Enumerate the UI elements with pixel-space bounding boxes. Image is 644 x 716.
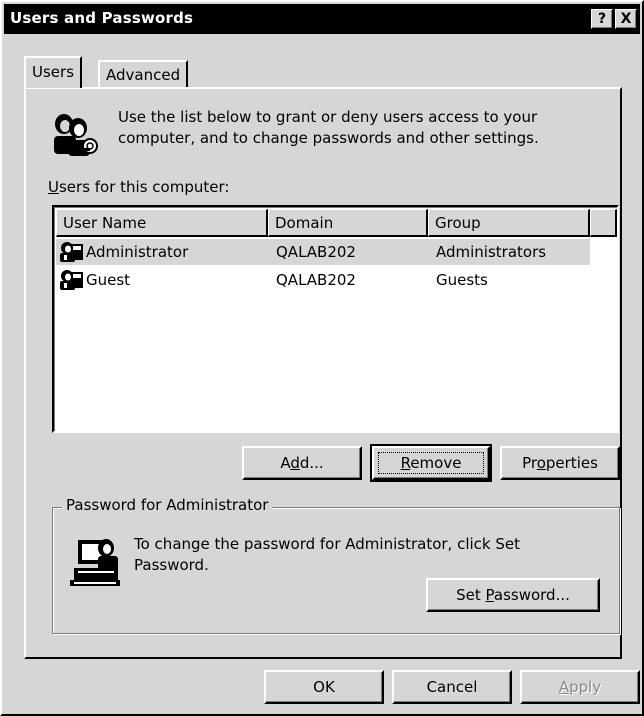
users-keys-icon bbox=[54, 114, 98, 156]
password-instructions: To change the password for Administrator… bbox=[134, 535, 520, 574]
tab-users-label: Users bbox=[32, 63, 75, 81]
properties-button[interactable]: Properties bbox=[500, 446, 620, 480]
password-group-legend: Password for Administrator bbox=[62, 496, 273, 514]
cell-user-name: Administrator bbox=[86, 243, 189, 261]
window-title: Users and Passwords bbox=[10, 9, 194, 27]
remove-button[interactable]: Remove bbox=[370, 444, 492, 482]
properties-label-mnemonic: o bbox=[536, 454, 546, 472]
cell-user-name: Guest bbox=[86, 271, 131, 289]
user-icon bbox=[60, 242, 83, 262]
title-bar[interactable]: Users and Passwords ? X bbox=[4, 4, 640, 34]
user-icon bbox=[60, 270, 83, 290]
tab-advanced-label: Advanced bbox=[106, 66, 181, 84]
column-header-filler bbox=[590, 209, 617, 237]
tab-advanced[interactable]: Advanced bbox=[98, 60, 189, 88]
computer-user-icon bbox=[70, 539, 120, 586]
intro-text: Use the list below to grant or deny user… bbox=[118, 108, 539, 147]
focus-rectangle bbox=[378, 452, 484, 474]
apply-button[interactable]: Apply bbox=[520, 670, 640, 704]
tab-users[interactable]: Users bbox=[24, 56, 83, 88]
column-header-domain[interactable]: Domain bbox=[268, 209, 428, 237]
add-label-mnemonic: d bbox=[290, 454, 300, 472]
set-password-label-rest: assword... bbox=[493, 586, 570, 604]
users-and-passwords-dialog: Users and Passwords ? X Users Advanced U… bbox=[0, 0, 644, 716]
users-list-label: Users for this computer: bbox=[48, 178, 229, 196]
column-header-group[interactable]: Group bbox=[428, 209, 590, 237]
ok-button[interactable]: OK bbox=[264, 670, 384, 704]
table-row[interactable]: Administrator QALAB202 Administrators bbox=[56, 239, 590, 265]
add-label-a: A bbox=[280, 454, 291, 472]
users-list[interactable]: User Name Domain Group Administrator QAL… bbox=[52, 205, 619, 433]
help-button[interactable]: ? bbox=[591, 9, 613, 29]
properties-label-rest: perties bbox=[545, 454, 598, 472]
set-password-label-a: Set bbox=[456, 586, 486, 604]
cell-domain: QALAB202 bbox=[276, 243, 356, 261]
cancel-button[interactable]: Cancel bbox=[392, 670, 512, 704]
set-password-button[interactable]: Set Password... bbox=[426, 578, 600, 612]
close-button[interactable]: X bbox=[615, 9, 637, 29]
add-button[interactable]: Add... bbox=[242, 446, 362, 480]
cell-group: Administrators bbox=[436, 243, 547, 261]
add-label-rest: d... bbox=[299, 454, 324, 472]
cell-domain: QALAB202 bbox=[276, 271, 356, 289]
users-label-text: sers for this computer: bbox=[58, 178, 230, 196]
users-label-mnemonic: U bbox=[48, 178, 59, 196]
apply-label-mnemonic: A bbox=[558, 678, 570, 696]
properties-label-a: Pr bbox=[522, 454, 537, 472]
table-row[interactable]: Guest QALAB202 Guests bbox=[56, 267, 590, 293]
apply-label-rest: pply bbox=[569, 678, 602, 696]
set-password-label-mnemonic: P bbox=[485, 586, 494, 604]
cell-group: Guests bbox=[436, 271, 488, 289]
column-header-user-name[interactable]: User Name bbox=[56, 209, 268, 237]
